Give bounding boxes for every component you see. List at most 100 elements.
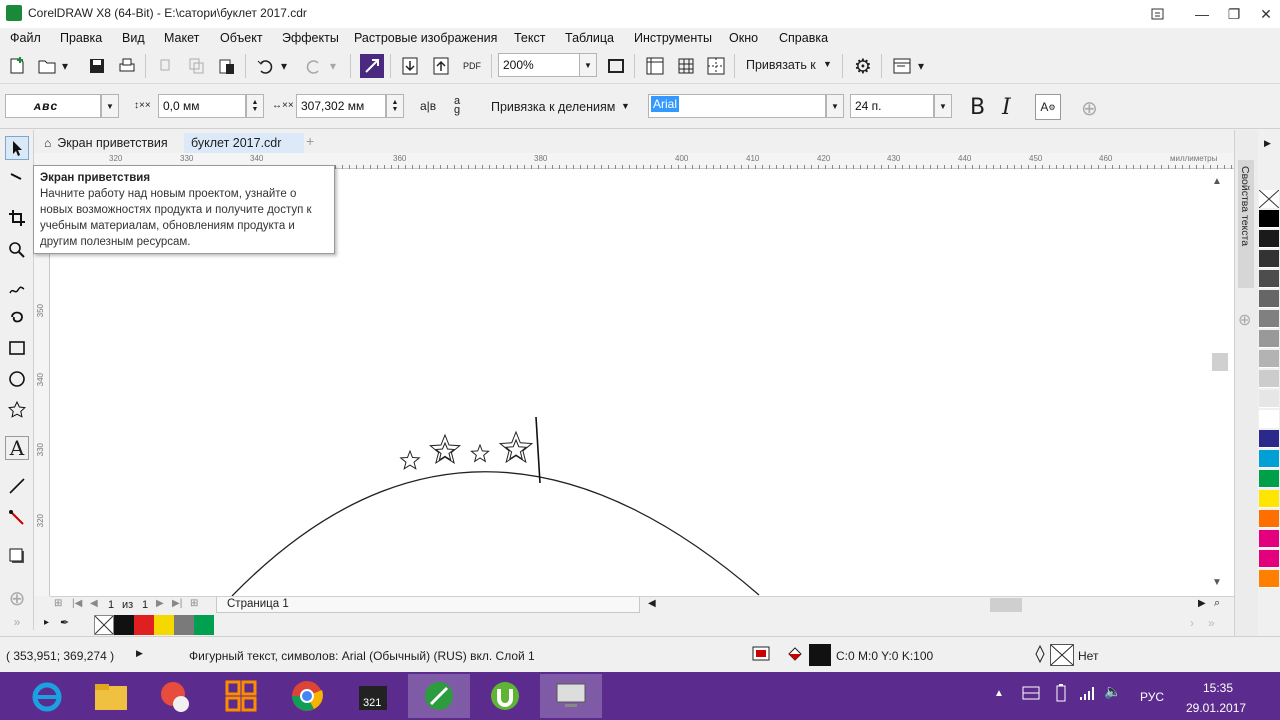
pick-tool-icon[interactable]	[5, 136, 29, 160]
keyboard-icon[interactable]	[1022, 686, 1040, 703]
mirror-horizontal-icon[interactable]: a|в	[420, 99, 436, 113]
scroll-up-icon[interactable]: ▲	[1212, 176, 1222, 187]
new-document-icon[interactable]	[5, 54, 29, 78]
show-rulers-icon[interactable]	[643, 54, 667, 78]
input-language[interactable]: РУС	[1140, 690, 1164, 704]
palette-color-swatch[interactable]	[1259, 370, 1279, 388]
horizontal-offset-field[interactable]: 0,0 мм	[158, 94, 246, 118]
palette-color-swatch[interactable]	[1259, 430, 1279, 448]
menu-text[interactable]: Текст	[514, 31, 545, 45]
docker-tab-text-properties[interactable]: Свойства текста	[1238, 160, 1254, 288]
text-path-preset-dropdown-icon[interactable]: ▼	[101, 94, 119, 118]
horizontal-offset-spinner[interactable]: ▲ ▼	[246, 94, 264, 118]
zoom-tool-icon[interactable]	[5, 238, 29, 262]
palette-color-swatch[interactable]	[1259, 470, 1279, 488]
search-content-icon[interactable]	[360, 54, 384, 78]
palette-menu-icon[interactable]: ▸	[44, 617, 49, 628]
palette-color-swatch[interactable]	[1259, 410, 1279, 428]
show-guidelines-icon[interactable]	[704, 54, 728, 78]
application-launcher-icon[interactable]	[890, 54, 914, 78]
zoom-level-field[interactable]: 200%	[498, 53, 580, 77]
horizontal-scroll-thumb[interactable]	[990, 598, 1022, 612]
mirror-vertical-icon[interactable]: ag	[454, 96, 460, 116]
dimension-tool-icon[interactable]	[5, 474, 29, 498]
file-explorer-icon[interactable]	[80, 674, 142, 718]
tab-welcome-screen[interactable]: ⌂ Экран приветствия	[38, 133, 174, 153]
doc-color-swatch[interactable]	[154, 615, 174, 635]
doc-color-swatch[interactable]	[134, 615, 154, 635]
snap-ticks-dropdown-icon[interactable]: ▼	[621, 101, 630, 111]
chrome-icon[interactable]	[276, 674, 338, 718]
palette-color-swatch[interactable]	[1259, 450, 1279, 468]
polygon-star-tool-icon[interactable]	[5, 398, 29, 422]
outline-color-swatch[interactable]	[1050, 644, 1074, 666]
import-icon[interactable]	[398, 54, 422, 78]
menu-file[interactable]: Файл	[10, 31, 41, 45]
vertical-scroll-thumb[interactable]	[1212, 353, 1228, 371]
palette-color-swatch[interactable]	[1259, 530, 1279, 548]
first-page-icon[interactable]: |◀	[72, 598, 82, 609]
palette-color-swatch[interactable]	[1259, 550, 1279, 568]
palette-color-swatch[interactable]	[1259, 250, 1279, 268]
palette-color-swatch[interactable]	[1259, 270, 1279, 288]
eyedropper-icon[interactable]: ✒	[60, 616, 69, 629]
internet-explorer-icon[interactable]	[16, 674, 78, 718]
scroll-right-icon[interactable]: ▶	[1198, 598, 1206, 609]
publish-pdf-icon[interactable]: PDF	[460, 54, 484, 78]
toolbox-expand-icon[interactable]: »	[5, 610, 29, 634]
volume-icon[interactable]: 🔈	[1104, 683, 1121, 700]
color-proof-icon[interactable]	[752, 645, 770, 666]
menu-effects[interactable]: Эффекты	[282, 31, 339, 45]
utorrent-icon[interactable]	[474, 674, 536, 718]
bold-button[interactable]: B	[970, 95, 985, 120]
rectangle-tool-icon[interactable]	[5, 336, 29, 360]
network-icon[interactable]	[1078, 684, 1096, 705]
add-page-before-icon[interactable]: ⊞	[54, 598, 62, 609]
options-gear-icon[interactable]: ⚙	[851, 54, 875, 78]
ellipse-tool-icon[interactable]	[5, 367, 29, 391]
zoom-dropdown-icon[interactable]: ▼	[579, 53, 597, 77]
no-color-swatch[interactable]	[94, 615, 114, 635]
palette-expand-icon[interactable]: »	[1208, 616, 1215, 630]
palette-color-swatch[interactable]	[1259, 290, 1279, 308]
font-list-field[interactable]: Arial	[648, 94, 826, 118]
doc-color-swatch[interactable]	[114, 615, 134, 635]
print-icon[interactable]	[115, 54, 139, 78]
distance-from-path-spinner[interactable]: ▲ ▼	[386, 94, 404, 118]
open-icon[interactable]	[35, 54, 59, 78]
paste-icon[interactable]	[215, 54, 239, 78]
tray-expand-icon[interactable]: ▲	[994, 688, 1004, 699]
crop-tool-icon[interactable]	[5, 206, 29, 230]
prev-page-icon[interactable]: ◀	[90, 598, 98, 609]
undo-dropdown-icon[interactable]: ▾	[277, 54, 291, 78]
palette-no-color-swatch[interactable]	[1258, 189, 1280, 209]
menu-help[interactable]: Справка	[779, 31, 828, 45]
snap-ticks-button[interactable]: Привязка к делениям	[491, 100, 615, 114]
full-screen-icon[interactable]	[604, 54, 628, 78]
font-size-field[interactable]: 24 п.	[850, 94, 934, 118]
next-page-icon[interactable]: ▶	[156, 598, 164, 609]
palette-color-swatch[interactable]	[1259, 310, 1279, 328]
cut-icon[interactable]	[155, 54, 179, 78]
menu-tools[interactable]: Инструменты	[634, 31, 712, 45]
undo-icon[interactable]	[253, 54, 277, 78]
menu-window[interactable]: Окно	[729, 31, 758, 45]
page-tab-1[interactable]: Страница 1	[216, 597, 640, 613]
palette-color-swatch[interactable]	[1259, 350, 1279, 368]
shape-tool-icon[interactable]	[5, 168, 29, 192]
show-grid-icon[interactable]	[674, 54, 698, 78]
add-docker-icon[interactable]: ⊕	[1238, 310, 1251, 330]
palette-color-swatch[interactable]	[1259, 570, 1279, 588]
status-flyout-icon[interactable]: ▶	[136, 648, 143, 659]
font-size-dropdown-icon[interactable]: ▼	[934, 94, 952, 118]
close-button[interactable]: ✕	[1244, 0, 1280, 28]
coreldraw-taskbar-icon[interactable]	[408, 674, 470, 718]
snap-to-button[interactable]: Привязать к	[746, 58, 816, 72]
menu-layout[interactable]: Макет	[164, 31, 199, 45]
palette-color-swatch[interactable]	[1259, 390, 1279, 408]
office-app-icon[interactable]	[210, 674, 272, 718]
palette-color-swatch[interactable]	[1259, 510, 1279, 528]
menu-bitmaps[interactable]: Растровые изображения	[354, 31, 497, 45]
palette-flyout-icon[interactable]: ▶	[1264, 138, 1271, 149]
connector-tool-icon[interactable]	[5, 506, 29, 530]
